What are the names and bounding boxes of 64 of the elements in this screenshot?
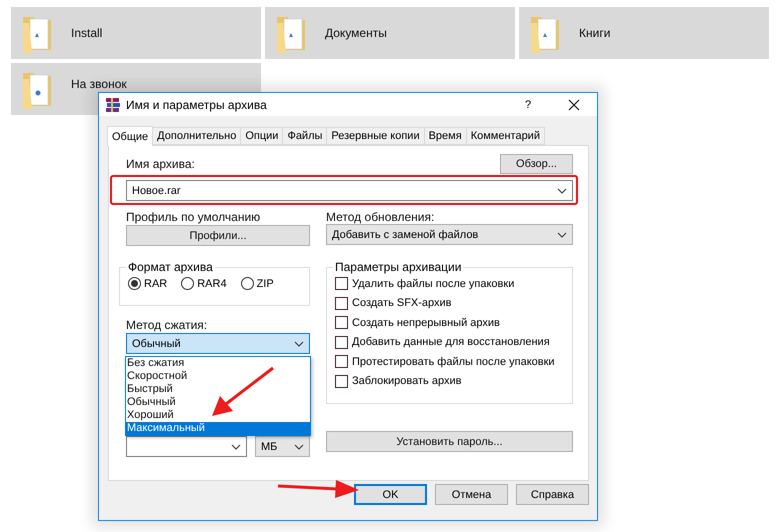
dialog-button[interactable]: Отмена bbox=[435, 484, 508, 505]
field-label: Имя архива: bbox=[126, 158, 195, 171]
set-password-button[interactable]: Установить пароль... bbox=[326, 431, 573, 452]
list-option[interactable]: Хороший bbox=[126, 409, 310, 422]
folder-name: Install bbox=[71, 26, 102, 40]
update-method-combobox[interactable]: Добавить с заменой файлов bbox=[326, 224, 573, 245]
chevron-icon bbox=[231, 444, 241, 450]
tab[interactable]: Комментарий bbox=[466, 127, 545, 145]
format-radio[interactable]: RAR bbox=[128, 277, 168, 290]
tab[interactable]: Опции bbox=[240, 127, 284, 145]
help-button[interactable]: ? bbox=[505, 93, 551, 116]
pointer-arrow bbox=[212, 366, 274, 416]
option-checkbox[interactable]: Добавить данные для восстановления bbox=[335, 332, 564, 352]
checkbox[interactable] bbox=[335, 374, 348, 388]
chevron-icon bbox=[557, 188, 567, 194]
list-option[interactable]: Скоростной bbox=[126, 370, 310, 383]
profiles-button[interactable]: Профили... bbox=[126, 225, 310, 246]
field-label: Метод обновления: bbox=[326, 210, 436, 224]
radio-circle[interactable] bbox=[240, 277, 254, 290]
option-checkbox[interactable]: Создать SFX-архив bbox=[335, 294, 564, 313]
radio-circle[interactable] bbox=[128, 277, 141, 290]
format-radio[interactable]: ZIP bbox=[240, 277, 274, 290]
checkbox[interactable] bbox=[335, 355, 348, 368]
folder-tile[interactable]: Документы bbox=[265, 7, 515, 59]
field-label: Метод сжатия: bbox=[126, 318, 208, 332]
radio-circle[interactable] bbox=[181, 277, 194, 290]
tab[interactable]: Время bbox=[424, 127, 467, 145]
archive-name-field[interactable]: Новое.rar bbox=[126, 180, 573, 201]
option-checkbox[interactable]: Удалить файлы после упаковки bbox=[335, 274, 564, 294]
chevron-icon bbox=[294, 340, 304, 346]
folder-name: На звонок bbox=[71, 77, 127, 91]
dialog-button[interactable]: OK bbox=[354, 484, 427, 505]
checkbox[interactable] bbox=[335, 316, 348, 330]
checkbox[interactable] bbox=[335, 336, 348, 349]
folder-tile[interactable]: Книги bbox=[519, 7, 769, 59]
list-option[interactable]: Быстрый bbox=[126, 383, 310, 396]
folder-name: Книги bbox=[579, 26, 610, 40]
option-checkbox[interactable]: Создать непрерывный архив bbox=[335, 313, 564, 332]
compression-combobox[interactable]: Обычный bbox=[126, 333, 310, 354]
chevron-icon bbox=[294, 444, 304, 450]
list-option[interactable]: Без сжатия bbox=[126, 357, 310, 370]
close-icon bbox=[568, 98, 580, 110]
option-checkbox[interactable]: Заблокировать архив bbox=[335, 372, 564, 391]
folder-name: Документы bbox=[325, 26, 387, 40]
list-option[interactable]: Максимальный bbox=[126, 422, 310, 435]
checkbox[interactable] bbox=[335, 277, 348, 290]
browse-button[interactable]: Обзор... bbox=[500, 154, 573, 174]
field-label: Профиль по умолчанию bbox=[126, 210, 262, 224]
checkbox[interactable] bbox=[335, 296, 348, 310]
tab[interactable]: Дополнительно bbox=[152, 127, 242, 145]
chevron-icon bbox=[557, 232, 567, 238]
folder-tile[interactable]: Install bbox=[11, 7, 261, 59]
format-radio[interactable]: RAR4 bbox=[181, 277, 227, 290]
group-title: Параметры архивации bbox=[334, 260, 462, 274]
tab[interactable]: Общие bbox=[107, 126, 154, 146]
group-title: Формат архива bbox=[127, 260, 214, 274]
tab[interactable]: Файлы bbox=[282, 127, 328, 145]
dialog-button[interactable]: Справка bbox=[516, 484, 589, 505]
unit-combobox[interactable]: МБ bbox=[255, 436, 310, 457]
tab[interactable]: Резервные копии bbox=[326, 127, 425, 145]
dictionary-size-field[interactable] bbox=[126, 436, 247, 457]
books-icon bbox=[105, 96, 121, 112]
list-option[interactable]: Обычный bbox=[126, 396, 310, 409]
option-checkbox[interactable]: Протестировать файлы после упаковки bbox=[335, 352, 564, 372]
